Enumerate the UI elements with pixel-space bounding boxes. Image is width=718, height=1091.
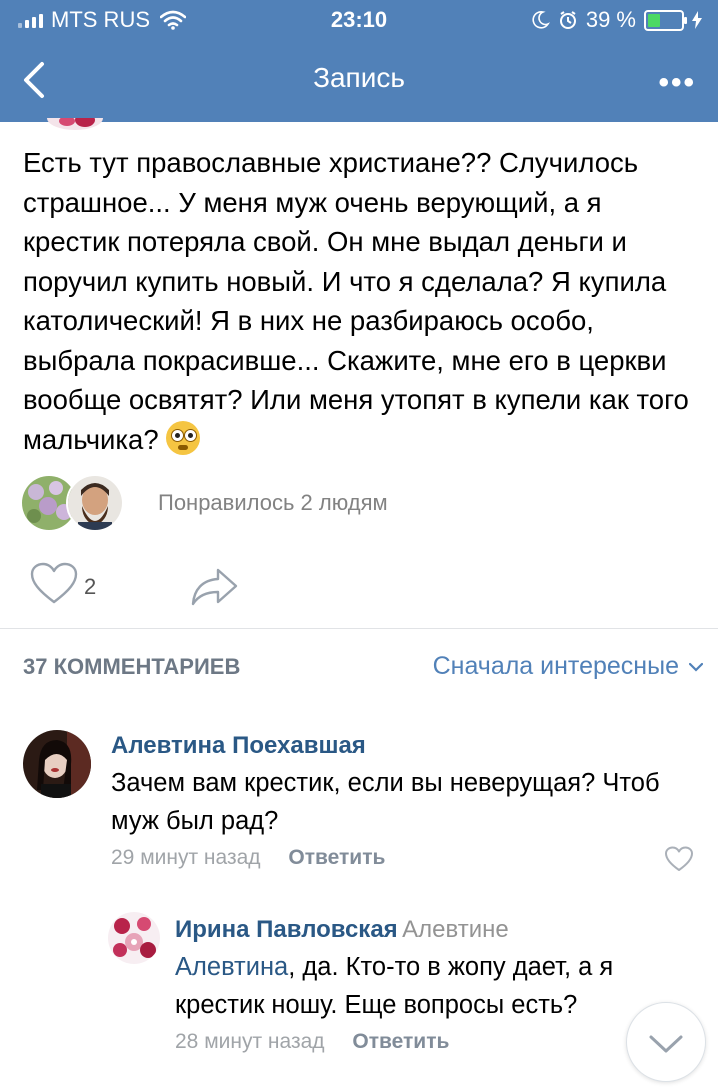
flushed-face-emoji-icon bbox=[166, 420, 201, 455]
comments-header: 37 КОММЕНТАРИЕВ Сначала интересные bbox=[23, 652, 703, 681]
liker-avatar[interactable] bbox=[66, 474, 124, 532]
comment-meta: 29 минут назад Ответить bbox=[111, 846, 701, 870]
status-right: 39 % bbox=[530, 7, 702, 33]
comment-time: 29 минут назад bbox=[111, 846, 261, 869]
moon-icon bbox=[532, 11, 550, 29]
post-author-avatar[interactable] bbox=[45, 118, 105, 132]
nav-bar: Запись ••• bbox=[0, 40, 718, 122]
comment-header: Ирина Павловская Алевтине bbox=[175, 916, 705, 944]
comment-like-button[interactable] bbox=[665, 846, 693, 872]
comment-author[interactable]: Алевтина Поехавшая bbox=[111, 732, 701, 760]
comment-text: Алевтина, да. Кто-то в жопу дает, а я кр… bbox=[175, 948, 705, 1024]
battery-percent: 39 % bbox=[585, 7, 636, 32]
sort-dropdown[interactable]: Сначала интересные bbox=[433, 652, 703, 681]
page-title: Запись bbox=[313, 62, 405, 93]
comment-text: Зачем вам крестик, если вы неверущая? Чт… bbox=[111, 764, 701, 840]
post-actions: 2 bbox=[30, 562, 238, 611]
comment-author[interactable]: Ирина Павловская bbox=[175, 916, 398, 943]
post-body: Есть тут православные христиане?? Случил… bbox=[23, 147, 689, 455]
mention-link[interactable]: Алевтина bbox=[175, 953, 288, 981]
more-menu-button[interactable]: ••• bbox=[658, 66, 696, 100]
likers-row[interactable]: Понравилось 2 людям bbox=[20, 474, 718, 532]
chevron-down-icon bbox=[689, 662, 703, 672]
charging-icon bbox=[692, 11, 702, 29]
battery-icon bbox=[644, 9, 687, 31]
reply-button[interactable]: Ответить bbox=[288, 846, 385, 869]
sort-label: Сначала интересные bbox=[432, 652, 679, 680]
reply-button[interactable]: Ответить bbox=[352, 1030, 449, 1053]
comment-body: Зачем вам крестик, если вы неверущая? Чт… bbox=[111, 769, 660, 835]
comments-count: 37 КОММЕНТАРИЕВ bbox=[23, 654, 241, 679]
like-count: 2 bbox=[84, 574, 97, 599]
reply-to[interactable]: Алевтине bbox=[402, 916, 509, 943]
alarm-icon bbox=[559, 11, 576, 29]
divider bbox=[0, 628, 718, 629]
share-button[interactable] bbox=[190, 566, 240, 606]
comment-avatar[interactable] bbox=[23, 730, 91, 798]
comment-time: 28 минут назад bbox=[175, 1030, 325, 1053]
comment-avatar[interactable] bbox=[108, 912, 160, 964]
status-bar: MTS RUS 23:10 39 % bbox=[0, 0, 718, 40]
chevron-down-icon bbox=[649, 1035, 683, 1053]
scroll-down-button[interactable] bbox=[626, 1002, 706, 1082]
post-text: Есть тут православные христиане?? Случил… bbox=[23, 143, 703, 459]
likers-text[interactable]: Понравилось 2 людям bbox=[158, 490, 388, 516]
like-button[interactable] bbox=[30, 562, 78, 606]
